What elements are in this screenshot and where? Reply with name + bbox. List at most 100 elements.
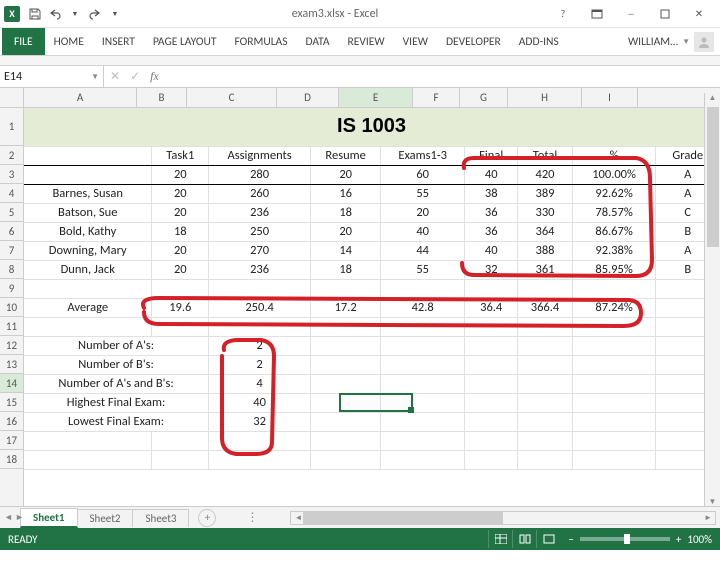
- tab-formulas[interactable]: FORMULAS: [225, 28, 296, 55]
- maximize-button[interactable]: [648, 2, 682, 26]
- student-row[interactable]: Batson, Sue2023618203633078.57%C: [24, 203, 720, 222]
- help-icon[interactable]: ?: [546, 2, 580, 26]
- row-header[interactable]: 5: [0, 203, 23, 222]
- row-header[interactable]: 12: [0, 336, 23, 355]
- vertical-scrollbar[interactable]: ▲ ▼: [704, 93, 720, 511]
- tab-home[interactable]: HOME: [45, 28, 93, 55]
- row-headers: 1 2 3 4 5 6 7 8 9 10 11 12 13 14 15 16 1…: [0, 108, 24, 506]
- name-box[interactable]: E14 ▼: [0, 66, 104, 87]
- row-header[interactable]: 11: [0, 317, 23, 336]
- ribbon-options-icon[interactable]: [580, 2, 614, 26]
- name-box-value: E14: [4, 70, 22, 84]
- stat-row[interactable]: Lowest Final Exam:32: [24, 412, 720, 431]
- row-header[interactable]: 8: [0, 260, 23, 279]
- redo-icon[interactable]: [86, 5, 104, 23]
- row-header[interactable]: 17: [0, 431, 23, 450]
- cancel-icon[interactable]: ✕: [110, 69, 120, 84]
- zoom-control: − + 100%: [568, 533, 712, 546]
- undo-dropdown-icon[interactable]: ▼: [66, 5, 84, 23]
- scroll-right-icon[interactable]: ►: [701, 513, 715, 523]
- scroll-thumb[interactable]: [303, 512, 503, 524]
- col-header-i[interactable]: I: [582, 88, 638, 107]
- stat-row[interactable]: Number of A's:2: [24, 336, 720, 355]
- col-header-f[interactable]: F: [413, 88, 460, 107]
- tab-page-layout[interactable]: PAGE LAYOUT: [144, 28, 226, 55]
- page-break-view-icon[interactable]: [536, 530, 560, 548]
- sheet-nav[interactable]: ◄ ►: [4, 512, 24, 523]
- max-row[interactable]: 20280206040420100.00%A: [24, 165, 720, 184]
- window-controls: ? ─ ✕: [546, 2, 716, 26]
- col-header-d[interactable]: D: [277, 88, 339, 107]
- zoom-in-button[interactable]: +: [676, 533, 681, 546]
- avatar[interactable]: [694, 32, 714, 52]
- col-header-h[interactable]: H: [508, 88, 582, 107]
- cell-area[interactable]: IS 1003 Task1AssignmentsResumeExams1-3Fi…: [24, 108, 720, 506]
- tab-file[interactable]: FILE: [2, 28, 45, 55]
- sheet-tab-2[interactable]: Sheet2: [77, 509, 134, 527]
- empty-row[interactable]: [24, 431, 720, 450]
- save-icon[interactable]: [26, 5, 44, 23]
- close-button[interactable]: ✕: [682, 2, 716, 26]
- col-header-g[interactable]: G: [460, 88, 508, 107]
- fx-icon[interactable]: fx: [150, 69, 159, 84]
- chevron-down-icon[interactable]: ▼: [91, 72, 99, 82]
- col-header-c[interactable]: C: [187, 88, 277, 107]
- stat-row[interactable]: Number of B's:2: [24, 355, 720, 374]
- col-header-a[interactable]: A: [24, 88, 137, 107]
- quick-access-toolbar: X ▼ ▼: [4, 5, 124, 23]
- row-header[interactable]: 18: [0, 450, 23, 469]
- row-header[interactable]: 9: [0, 279, 23, 298]
- add-sheet-button[interactable]: +: [198, 509, 216, 527]
- window-title: exam3.xlsx - Excel: [124, 7, 546, 21]
- tab-add-ins[interactable]: ADD-INS: [510, 28, 568, 55]
- enter-icon[interactable]: ✓: [130, 69, 140, 84]
- col-header-e[interactable]: E: [339, 88, 413, 107]
- empty-row[interactable]: [24, 317, 720, 336]
- row-header[interactable]: 14: [0, 374, 23, 393]
- row-header[interactable]: 1: [0, 108, 23, 146]
- page-layout-view-icon[interactable]: [512, 530, 536, 548]
- average-row[interactable]: Average19.6250.417.242.836.4366.487.24%: [24, 298, 720, 317]
- student-row[interactable]: Barnes, Susan2026016553838992.62%A: [24, 184, 720, 203]
- zoom-level[interactable]: 100%: [687, 533, 712, 546]
- student-row[interactable]: Dunn, Jack2023618553236185.95%B: [24, 260, 720, 279]
- row-header[interactable]: 4: [0, 184, 23, 203]
- student-row[interactable]: Bold, Kathy1825020403636486.67%B: [24, 222, 720, 241]
- scroll-thumb[interactable]: [707, 107, 719, 247]
- row-header[interactable]: 6: [0, 222, 23, 241]
- zoom-slider[interactable]: [580, 537, 670, 541]
- row-header[interactable]: 10: [0, 298, 23, 317]
- row-header[interactable]: 2: [0, 146, 23, 165]
- row-header[interactable]: 13: [0, 355, 23, 374]
- stat-row[interactable]: Number of A's and B's:4: [24, 374, 720, 393]
- stat-row[interactable]: Highest Final Exam:40: [24, 393, 720, 412]
- user-section[interactable]: WILLIAM… ▼: [628, 32, 720, 52]
- row-header[interactable]: 16: [0, 412, 23, 431]
- qat-customize-icon[interactable]: ▼: [106, 5, 124, 23]
- tab-view[interactable]: VIEW: [394, 28, 437, 55]
- horizontal-scrollbar[interactable]: ◄ ►: [290, 511, 716, 525]
- row-header[interactable]: 7: [0, 241, 23, 260]
- row-header[interactable]: 15: [0, 393, 23, 412]
- empty-row[interactable]: [24, 279, 720, 298]
- tab-review[interactable]: REVIEW: [339, 28, 394, 55]
- sheet-tab-3[interactable]: Sheet3: [132, 509, 189, 527]
- minimize-button[interactable]: ─: [614, 2, 648, 26]
- tab-developer[interactable]: DEVELOPER: [437, 28, 510, 55]
- row-header[interactable]: 3: [0, 165, 23, 184]
- sheet-tab-1[interactable]: Sheet1: [20, 508, 78, 528]
- header-row[interactable]: Task1AssignmentsResumeExams1-3FinalTotal…: [24, 146, 720, 165]
- tab-data[interactable]: DATA: [296, 28, 338, 55]
- empty-row[interactable]: [24, 450, 720, 469]
- scroll-up-icon[interactable]: ▲: [705, 93, 720, 107]
- normal-view-icon[interactable]: [488, 530, 512, 548]
- sheet-more-icon[interactable]: ⋮: [246, 510, 260, 525]
- zoom-out-button[interactable]: −: [568, 533, 573, 546]
- undo-icon[interactable]: [46, 5, 64, 23]
- select-all-corner[interactable]: [0, 88, 24, 107]
- tab-insert[interactable]: INSERT: [93, 28, 144, 55]
- student-row[interactable]: Downing, Mary2027014444038892.38%A: [24, 241, 720, 260]
- ribbon-collapsed-strip: [0, 56, 720, 66]
- col-header-b[interactable]: B: [137, 88, 187, 107]
- title-cell[interactable]: IS 1003: [24, 108, 720, 146]
